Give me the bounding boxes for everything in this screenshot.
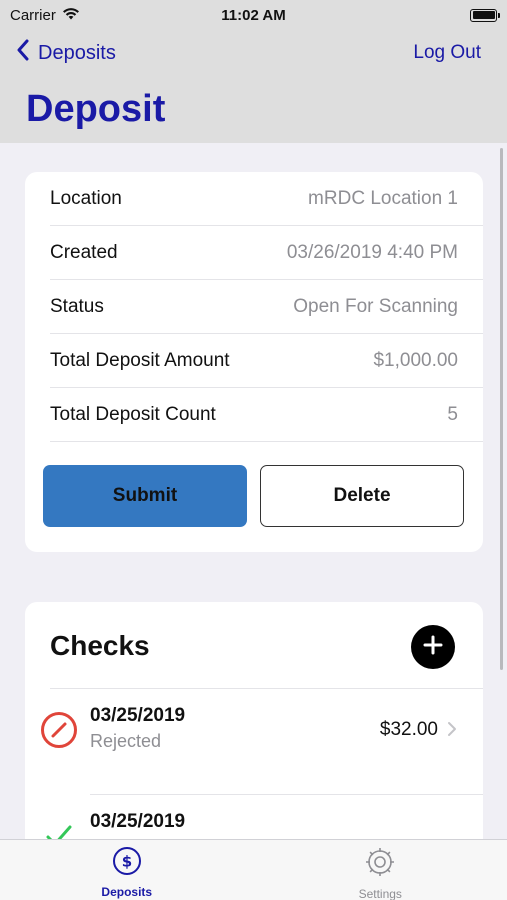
- detail-value: Open For Scanning: [293, 295, 458, 317]
- tab-settings[interactable]: Settings: [254, 840, 507, 900]
- detail-label: Total Deposit Amount: [50, 349, 230, 371]
- detail-row-total-count: Total Deposit Count 5: [50, 388, 483, 442]
- delete-button[interactable]: Delete: [260, 465, 464, 527]
- add-check-button[interactable]: [411, 625, 455, 669]
- detail-row-status: Status Open For Scanning: [50, 280, 483, 334]
- rejected-icon: [40, 711, 78, 754]
- chevron-right-icon: [447, 721, 457, 742]
- detail-row-location: Location mRDC Location 1: [50, 172, 483, 226]
- check-date: 03/25/2019: [90, 705, 186, 726]
- detail-label: Created: [50, 241, 118, 263]
- status-bar: Carrier 11:02 AM: [0, 0, 507, 30]
- detail-value: $1,000.00: [373, 349, 458, 371]
- detail-label: Location: [50, 187, 122, 209]
- wifi-icon: [62, 7, 80, 24]
- status-left: Carrier: [10, 7, 180, 24]
- svg-text:$: $: [122, 853, 132, 871]
- detail-value: mRDC Location 1: [308, 187, 458, 209]
- check-date: 03/25/2019: [90, 811, 186, 832]
- navigation-header: Deposits Log Out Deposit: [0, 30, 507, 143]
- battery-fill: [472, 11, 495, 19]
- detail-value: 03/26/2019 4:40 PM: [286, 241, 458, 263]
- deposit-details-card: Location mRDC Location 1 Created 03/26/2…: [25, 172, 483, 552]
- gear-icon: [364, 846, 396, 883]
- battery-icon: [470, 8, 500, 22]
- tab-label: Settings: [358, 887, 402, 900]
- detail-label: Status: [50, 295, 104, 317]
- tab-bar: $ Deposits Settings: [0, 839, 507, 900]
- back-button[interactable]: Deposits: [16, 39, 116, 67]
- plus-icon: [423, 635, 443, 660]
- detail-row-created: Created 03/26/2019 4:40 PM: [50, 226, 483, 280]
- status-right: [327, 8, 500, 22]
- scroll-indicator[interactable]: [500, 148, 503, 670]
- detail-value: 5: [447, 403, 458, 425]
- nav-row: Deposits Log Out: [0, 38, 507, 68]
- dollar-circle-icon: $: [112, 846, 142, 881]
- detail-row-total-amount: Total Deposit Amount $1,000.00: [50, 334, 483, 388]
- chevron-left-icon: [16, 39, 30, 67]
- check-amount: $32.00: [379, 719, 438, 740]
- logout-button[interactable]: Log Out: [413, 42, 493, 64]
- detail-label: Total Deposit Count: [50, 403, 216, 425]
- submit-button[interactable]: Submit: [43, 465, 247, 527]
- back-button-label: Deposits: [38, 41, 116, 64]
- carrier-label: Carrier: [10, 6, 56, 24]
- checks-title: Checks: [50, 630, 150, 661]
- check-status: Rejected: [90, 731, 162, 751]
- status-time: 11:02 AM: [221, 6, 286, 24]
- tab-label: Deposits: [101, 885, 153, 899]
- check-row[interactable]: 03/25/2019 Rejected $32.00: [25, 689, 483, 795]
- page-title: Deposit: [26, 88, 166, 130]
- tab-deposits[interactable]: $ Deposits: [0, 840, 254, 900]
